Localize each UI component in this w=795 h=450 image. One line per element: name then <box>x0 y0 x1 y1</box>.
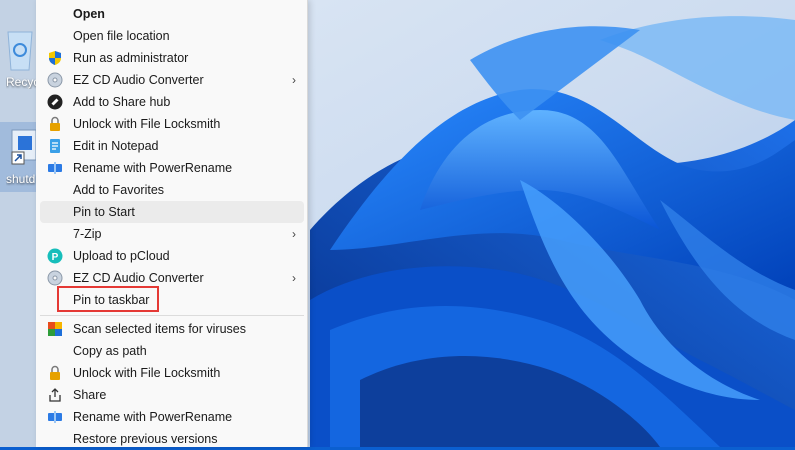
recycle-bin-icon <box>7 31 33 71</box>
menu-item-label: Share <box>73 388 107 402</box>
menu-item-7-zip[interactable]: 7-Zip › <box>40 223 304 245</box>
context-menu: Open Open file location Run as administr… <box>36 0 308 447</box>
menu-item-unlock-with-file-locksmith[interactable]: Unlock with File Locksmith <box>40 113 304 135</box>
menu-item-label: Rename with PowerRename <box>73 410 233 424</box>
menu-item-label: Rename with PowerRename <box>73 161 233 175</box>
notepad-icon <box>47 138 63 154</box>
cd-icon <box>47 270 63 286</box>
menu-item-label: EZ CD Audio Converter <box>73 73 204 87</box>
menu-item-label: Unlock with File Locksmith <box>73 117 221 131</box>
menu-item-unlock-with-file-locksmith-2[interactable]: Unlock with File Locksmith <box>40 362 304 384</box>
menu-item-upload-to-pcloud[interactable]: P Upload to pCloud <box>40 245 304 267</box>
lock-icon <box>47 116 63 132</box>
share-hub-icon <box>47 94 63 110</box>
powerrename-icon <box>47 409 63 425</box>
menu-item-label: Edit in Notepad <box>73 139 159 153</box>
menu-item-label: Upload to pCloud <box>73 249 170 263</box>
pcloud-icon: P <box>47 248 63 264</box>
avast-icon <box>47 321 63 337</box>
menu-item-label: Add to Favorites <box>73 183 165 197</box>
menu-item-add-to-share-hub[interactable]: Add to Share hub <box>40 91 304 113</box>
chevron-right-icon: › <box>292 271 296 285</box>
shutdown-shortcut-desktop-icon[interactable]: shutd <box>0 122 40 192</box>
menu-item-label: Add to Share hub <box>73 95 171 109</box>
chevron-right-icon: › <box>292 227 296 241</box>
menu-item-label: Copy as path <box>73 344 147 358</box>
menu-item-rename-with-powerrename[interactable]: Rename with PowerRename <box>40 157 304 179</box>
share-icon <box>47 387 63 403</box>
menu-item-label: 7-Zip <box>73 227 102 241</box>
shutdown-label: shutd <box>6 172 36 186</box>
menu-item-label: Open file location <box>73 29 170 43</box>
menu-item-label: Open <box>73 7 105 21</box>
menu-item-rename-with-powerrename-2[interactable]: Rename with PowerRename <box>40 406 304 428</box>
menu-item-pin-to-start[interactable]: Pin to Start <box>40 201 304 223</box>
recycle-bin-label: Recyc <box>6 75 38 89</box>
menu-item-share[interactable]: Share <box>40 384 304 406</box>
powerrename-icon <box>47 160 63 176</box>
menu-item-open-file-location[interactable]: Open file location <box>40 25 304 47</box>
menu-item-label: Scan selected items for viruses <box>73 322 246 336</box>
chevron-right-icon: › <box>292 73 296 87</box>
uac-shield-icon <box>47 50 63 66</box>
menu-item-copy-as-path[interactable]: Copy as path <box>40 340 304 362</box>
menu-item-add-to-favorites[interactable]: Add to Favorites <box>40 179 304 201</box>
cd-icon <box>47 72 63 88</box>
menu-item-open[interactable]: Open <box>40 3 304 25</box>
menu-item-edit-in-notepad[interactable]: Edit in Notepad <box>40 135 304 157</box>
shortcut-icon <box>11 129 37 165</box>
lock-icon <box>47 365 63 381</box>
recycle-bin-desktop-icon[interactable]: Recyc <box>0 18 40 90</box>
menu-item-label: Pin to Start <box>73 205 135 219</box>
menu-separator <box>40 315 304 316</box>
menu-item-label: Unlock with File Locksmith <box>73 366 221 380</box>
menu-item-run-as-administrator[interactable]: Run as administrator <box>40 47 304 69</box>
menu-item-scan-for-viruses[interactable]: Scan selected items for viruses <box>40 318 304 340</box>
svg-text:P: P <box>52 252 59 263</box>
annotation-highlight-box <box>57 286 159 312</box>
menu-item-ez-cd-audio-converter[interactable]: EZ CD Audio Converter › <box>40 69 304 91</box>
menu-item-label: Run as administrator <box>73 51 189 65</box>
